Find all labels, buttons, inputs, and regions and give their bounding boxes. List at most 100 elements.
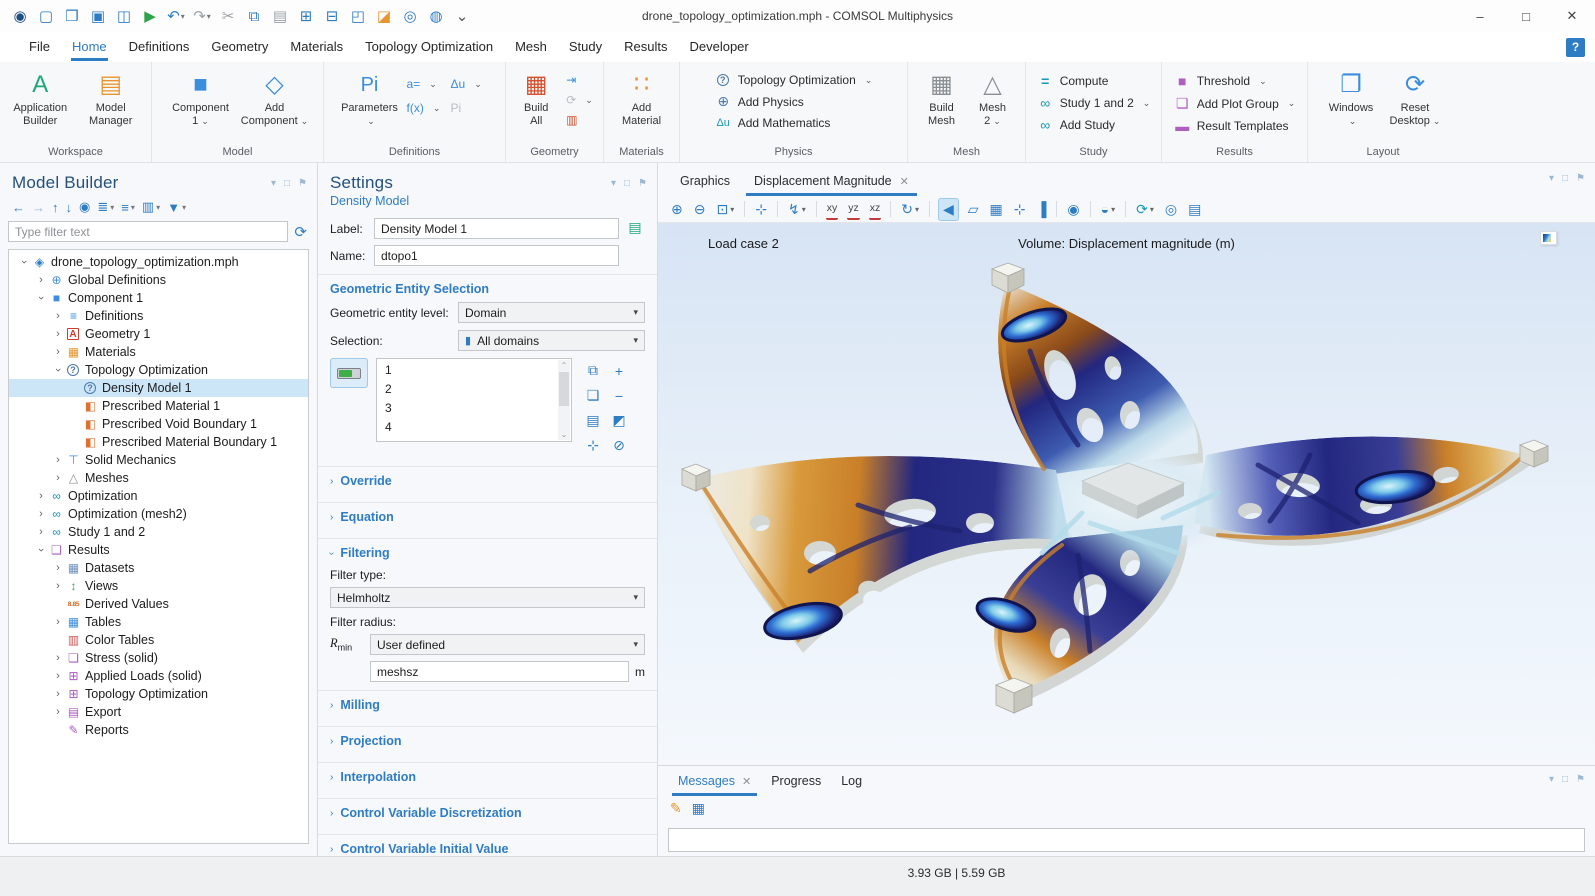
environment-icon[interactable]: ◒▾ [1100, 199, 1116, 220]
close-button[interactable]: ✕ [1549, 0, 1595, 32]
tree-node-prescribed-material-boundary-1[interactable]: ◧Prescribed Material Boundary 1 [9, 433, 308, 451]
zoom-extents-icon[interactable]: ⊹ [754, 199, 768, 220]
copy-selection-icon[interactable]: ❏ [580, 383, 606, 408]
ribbon-tab-file[interactable]: File [18, 34, 61, 61]
functions-button[interactable]: f(x) [405, 100, 449, 116]
print-icon[interactable]: ▤ [1187, 199, 1202, 220]
save-as-icon[interactable]: ◫ [112, 4, 136, 28]
tree-expand-icon[interactable]: › [51, 670, 65, 682]
tree-node-prescribed-material-1[interactable]: ◧Prescribed Material 1 [9, 397, 308, 415]
move-up-icon[interactable]: ↑ [52, 200, 59, 215]
clear-icon[interactable]: ◪ [372, 4, 396, 28]
tree-node-reports[interactable]: ✎Reports [9, 721, 308, 739]
tree-node-views[interactable]: ›↕Views [9, 577, 308, 595]
section-projection[interactable]: ›Projection [330, 734, 645, 754]
cut-icon[interactable]: ✂ [216, 4, 240, 28]
ribbon-tab-developer[interactable]: Developer [678, 34, 759, 61]
view-xz-icon[interactable]: xz [869, 199, 882, 220]
wireframe-icon[interactable]: ▦ [989, 199, 1004, 220]
tree-expand-icon[interactable]: › [51, 616, 65, 628]
add-material-button[interactable]: ∷ AddMaterial [611, 68, 673, 128]
tree-node-optimization-mesh2-[interactable]: ›∞Optimization (mesh2) [9, 505, 308, 523]
tree-expand-icon[interactable]: › [35, 543, 47, 557]
filter-type-select[interactable]: Helmholtz [330, 587, 645, 608]
tree-expand-icon[interactable]: › [51, 562, 65, 574]
tree-node-optimization[interactable]: ›∞Optimization [9, 487, 308, 505]
show-icon[interactable]: ◉ [79, 199, 90, 215]
redo-icon[interactable]: ↷▾ [190, 4, 214, 28]
tree-node-definitions[interactable]: ›≡Definitions [9, 307, 308, 325]
tab-progress[interactable]: Progress [761, 768, 831, 796]
filter-radius-mode-select[interactable]: User defined [370, 634, 645, 655]
add-to-selection-icon[interactable]: + [606, 358, 632, 383]
domain-list-item[interactable]: 3 [385, 399, 557, 418]
section-control-variable-initial-value[interactable]: ›Control Variable Initial Value [330, 842, 645, 856]
paste-icon[interactable]: ▤ [268, 4, 292, 28]
active-toggle-button[interactable] [330, 358, 368, 388]
reset-desktop-button[interactable]: ⟳ ResetDesktop [1384, 68, 1446, 128]
tree-expand-icon[interactable]: › [51, 652, 65, 664]
color-legend-icon[interactable]: ▐ [1035, 199, 1047, 220]
section-control-variable-discretization[interactable]: ›Control Variable Discretization [330, 806, 645, 826]
remove-from-selection-icon[interactable]: − [606, 383, 632, 408]
ribbon-tab-materials[interactable]: Materials [279, 34, 354, 61]
scene-light-icon[interactable]: ◀ [939, 199, 958, 220]
panel-float-icon[interactable]: □ [624, 178, 630, 189]
tree-node-study-1-and-2[interactable]: ›∞Study 1 and 2 [9, 523, 308, 541]
tree-expand-icon[interactable]: › [34, 490, 48, 502]
color-legend-toggle-icon[interactable] [1540, 231, 1557, 245]
parameters-button[interactable]: Pi Parameters [337, 68, 403, 128]
minimize-button[interactable]: – [1457, 0, 1503, 32]
tree-node-drone-topology-optimization-mph[interactable]: ›◈drone_topology_optimization.mph [9, 253, 308, 271]
tree-node-component-1[interactable]: ›■Component 1 [9, 289, 308, 307]
panel-pin-icon[interactable]: ⚑ [638, 178, 647, 189]
section-equation[interactable]: ›Equation [330, 510, 645, 530]
add-physics-button[interactable]: ⊕ Add Physics [711, 92, 877, 111]
maximize-button[interactable]: □ [1503, 0, 1549, 32]
tab-messages[interactable]: Messages✕ [668, 768, 761, 796]
domain-list-item[interactable]: 4 [385, 418, 557, 437]
open-file-icon[interactable]: ❒ [60, 4, 84, 28]
parameter-case-button[interactable]: Pi [449, 100, 493, 116]
study-button[interactable]: ∞ Study 1 and 2 [1033, 94, 1155, 112]
graphics-canvas[interactable]: Load case 2 Volume: Displacement magnitu… [658, 223, 1595, 765]
list-scrollbar[interactable]: ⌃⌄ [558, 360, 570, 440]
mesh-button[interactable]: △ Mesh2 [969, 68, 1017, 128]
columns-icon[interactable]: ▥▾ [142, 199, 160, 215]
result-templates-button[interactable]: ▬ Result Templates [1170, 117, 1300, 135]
tree-expand-icon[interactable]: › [51, 472, 65, 484]
tree-node-applied-loads-solid-[interactable]: ›⊞Applied Loads (solid) [9, 667, 308, 685]
rename-icon[interactable]: ▤ [625, 219, 645, 239]
ribbon-tab-geometry[interactable]: Geometry [200, 34, 279, 61]
tree-node-tables[interactable]: ›▦Tables [9, 613, 308, 631]
windows-button[interactable]: ❐ Windows [1320, 68, 1382, 128]
copy-icon[interactable]: ⧉ [242, 4, 266, 28]
selection-select[interactable]: ▮ All domains [458, 330, 645, 351]
ribbon-tab-mesh[interactable]: Mesh [504, 34, 558, 61]
help-button[interactable]: ? [1566, 38, 1585, 57]
ribbon-tab-topology-optimization[interactable]: Topology Optimization [354, 34, 504, 61]
tree-expand-icon[interactable]: › [52, 363, 64, 377]
domain-list-item[interactable]: 1 [385, 361, 557, 380]
axes-icon[interactable]: ⊹ [1013, 199, 1027, 220]
threshold-button[interactable]: ■ Threshold [1170, 72, 1300, 90]
tab-displacement-magnitude[interactable]: Displacement Magnitude✕ [742, 167, 921, 196]
tree-expand-icon[interactable]: › [34, 274, 48, 286]
undo-icon[interactable]: ↶▾ [164, 4, 188, 28]
tree-node-topology-optimization[interactable]: ›?Topology Optimization [9, 361, 308, 379]
zoom-box-icon[interactable]: ⊡▾ [715, 199, 735, 220]
panel-pin-icon[interactable]: ⚑ [298, 178, 307, 189]
tree-expand-icon[interactable]: › [51, 454, 65, 466]
close-tab-icon[interactable]: ✕ [742, 775, 751, 788]
compute-button[interactable]: = Compute [1033, 72, 1155, 90]
view-yz-icon[interactable]: yz [847, 199, 860, 220]
panel-menu-icon[interactable]: ▾ [1549, 173, 1554, 184]
section-filtering[interactable]: ›Filtering [330, 546, 645, 566]
add-component-button[interactable]: ◇ AddComponent [239, 68, 311, 128]
tree-expand-icon[interactable]: › [51, 688, 65, 700]
tree-node-derived-values[interactable]: 8.85Derived Values [9, 595, 308, 613]
tree-node-global-definitions[interactable]: ›⊕Global Definitions [9, 271, 308, 289]
domain-selection-list[interactable]: ⌃⌄ 1234 [376, 358, 572, 442]
tree-expand-icon[interactable]: › [51, 706, 65, 718]
panel-float-icon[interactable]: □ [1562, 173, 1568, 184]
